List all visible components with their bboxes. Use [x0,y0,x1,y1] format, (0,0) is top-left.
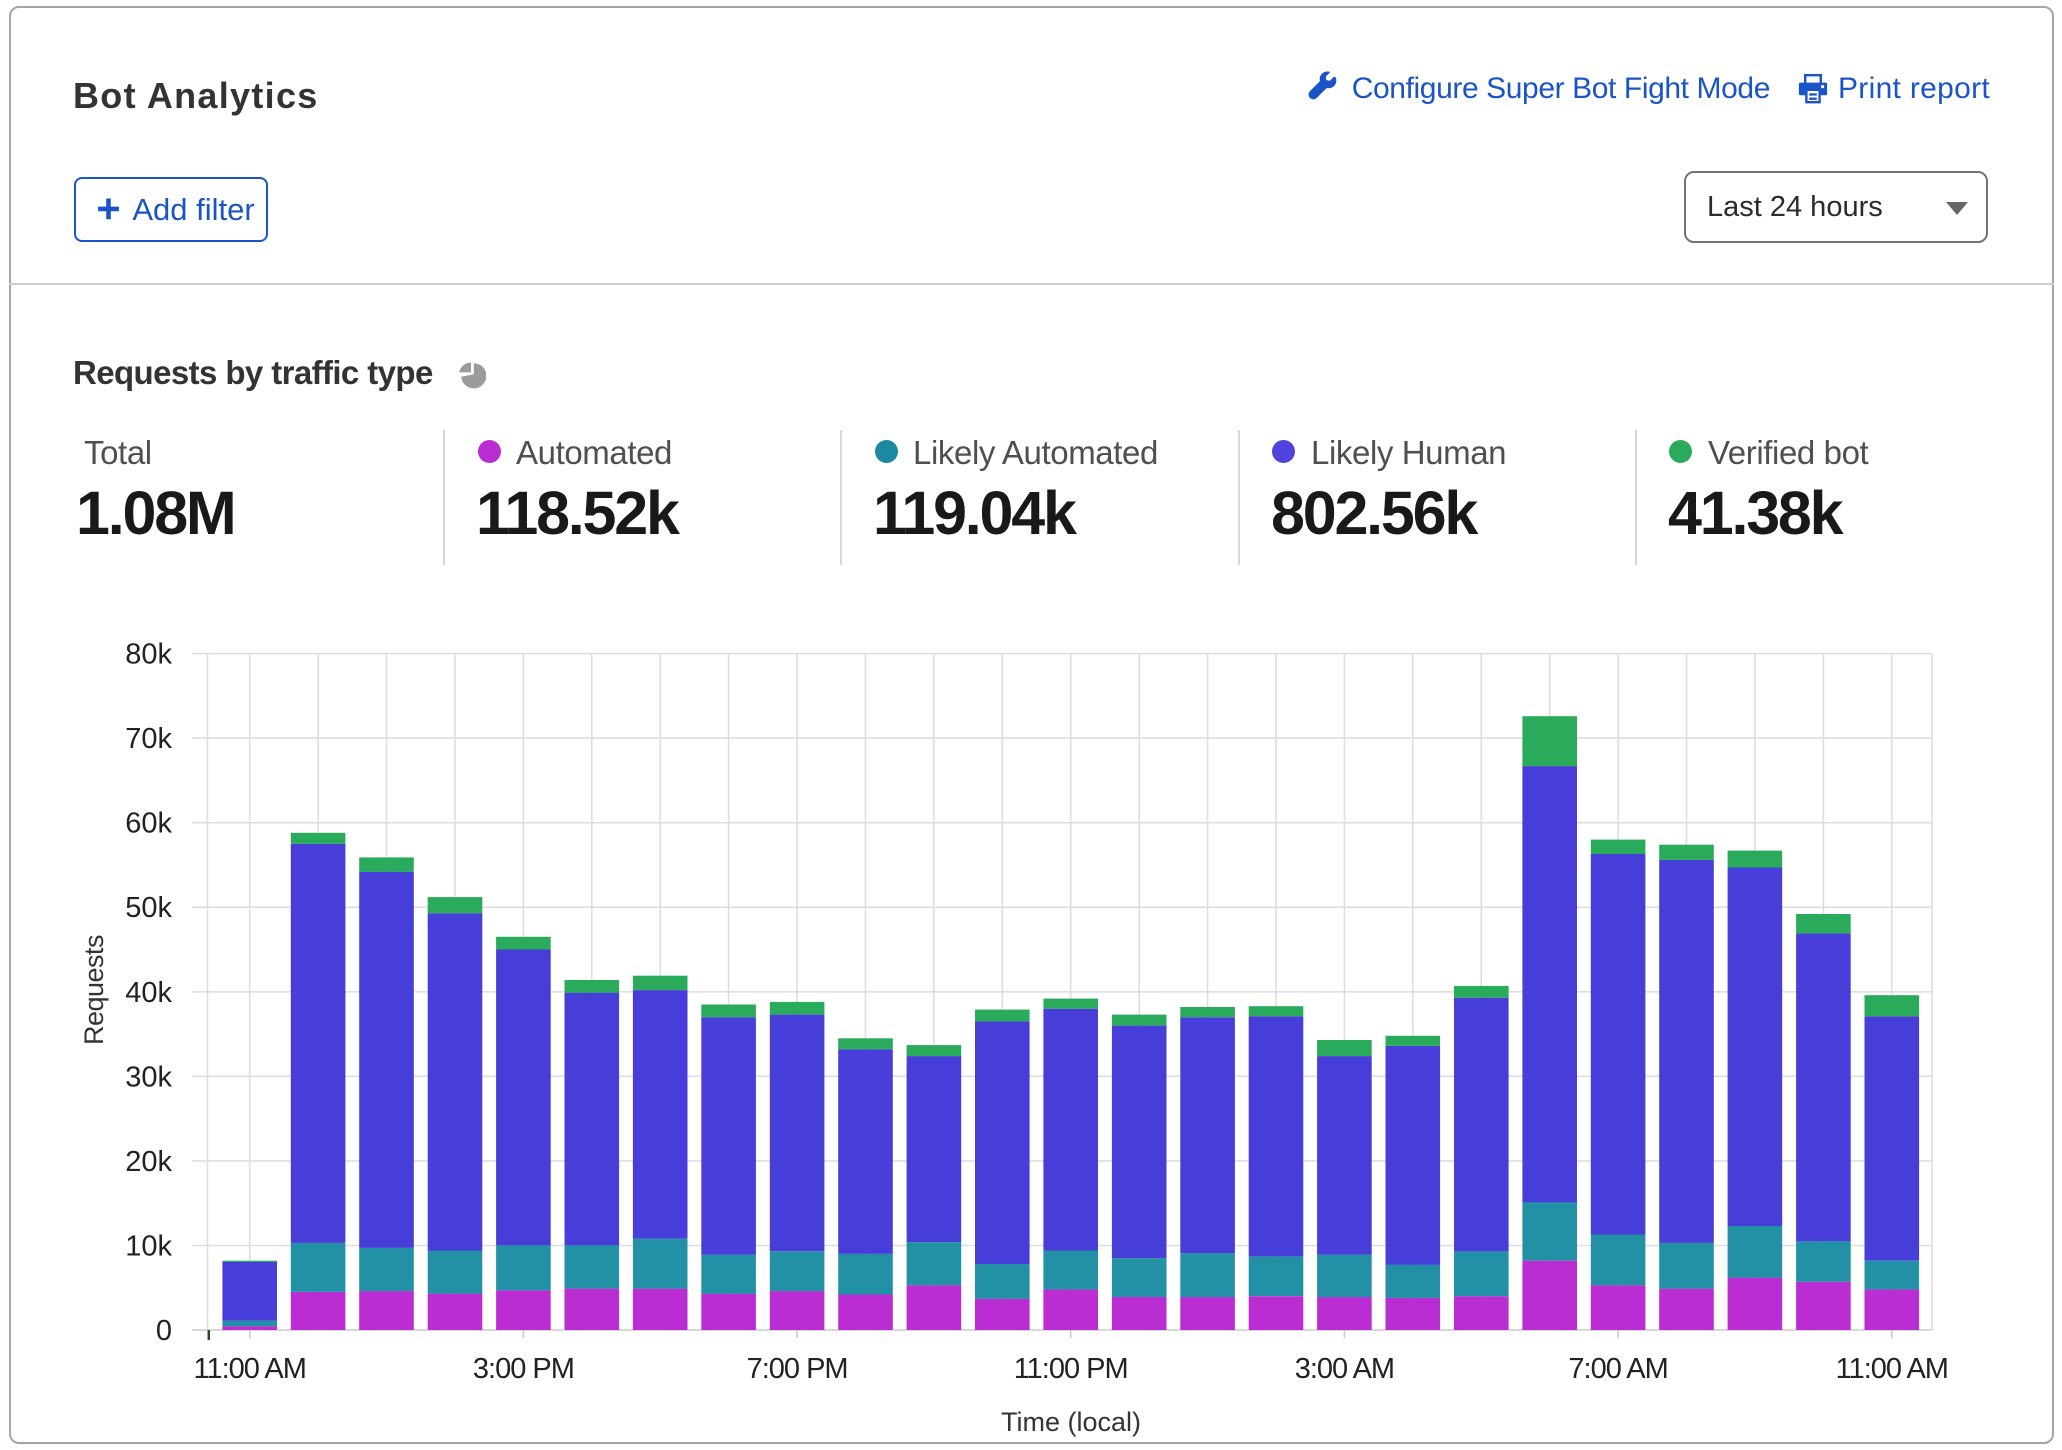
svg-text:7:00 AM: 7:00 AM [1568,1353,1667,1385]
svg-text:11:00 AM: 11:00 AM [1836,1353,1948,1385]
svg-text:0: 0 [156,1315,172,1347]
svg-text:40k: 40k [125,977,172,1009]
svg-text:70k: 70k [125,723,172,755]
svg-text:11:00 AM: 11:00 AM [194,1353,306,1385]
svg-text:60k: 60k [125,808,172,840]
svg-text:10k: 10k [125,1231,172,1263]
svg-text:80k: 80k [125,639,172,671]
svg-text:3:00 PM: 3:00 PM [473,1353,574,1385]
svg-text:30k: 30k [125,1061,172,1093]
svg-text:50k: 50k [125,892,172,924]
svg-text:Requests: Requests [79,935,109,1045]
svg-text:3:00 AM: 3:00 AM [1295,1353,1394,1385]
svg-text:7:00 PM: 7:00 PM [747,1353,848,1385]
svg-text:Time (local): Time (local) [1001,1407,1141,1437]
svg-text:20k: 20k [125,1146,172,1178]
svg-text:11:00 PM: 11:00 PM [1014,1353,1128,1385]
